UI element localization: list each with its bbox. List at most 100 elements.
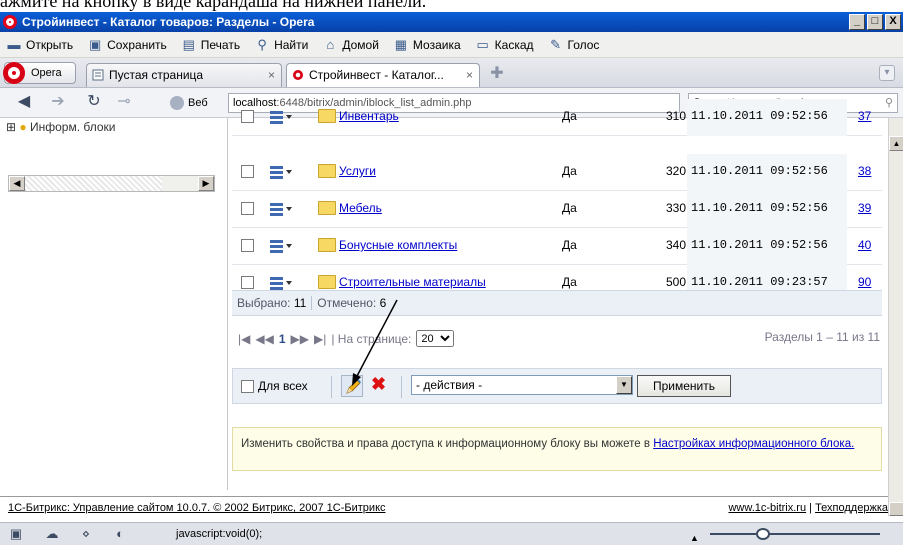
save-icon: ▣ (88, 36, 102, 52)
for-all-checkbox[interactable]: Для всех (241, 379, 308, 393)
status-text: javascript:void(0); (176, 528, 263, 540)
row-checkbox[interactable] (241, 165, 254, 178)
print-icon: ▤ (182, 36, 195, 52)
voice-button[interactable]: ✎ Голос (548, 37, 600, 52)
row-menu-icon[interactable] (270, 165, 292, 179)
section-name-link[interactable]: Услуги (339, 164, 376, 178)
sort-cell: 340 (665, 238, 686, 252)
cloud-icon[interactable]: ☁ (44, 527, 60, 541)
cascade-label: Каскад (494, 37, 534, 52)
scroll-left-icon[interactable]: ◀ (9, 176, 25, 191)
actions-select[interactable]: - действия - ▼ (411, 375, 633, 395)
pager: |◀ ◀◀ 1 ▶▶ ▶| | На странице: 20 Разделы … (238, 330, 882, 350)
minimize-button[interactable]: _ (849, 14, 865, 30)
home-button[interactable]: ⌂ Домой (322, 37, 379, 52)
section-name-link[interactable]: Бонусные комплекты (339, 238, 457, 252)
voice-label: Голос (567, 37, 600, 52)
per-page-label: | На странице: (331, 331, 412, 346)
vertical-scrollbar[interactable]: ▲ (888, 118, 903, 516)
opera-menu-button[interactable]: Opera (3, 62, 76, 84)
id-link[interactable]: 90 (858, 275, 871, 289)
toolbar: ▬ Открыть ▣ Сохранить ▤ Печать ⚲ Найти ⌂ Домо… (0, 32, 903, 58)
turbo-icon[interactable]: ⋄ (78, 527, 94, 541)
support-link[interactable]: Техподдержка (815, 502, 888, 514)
zoom-slider-knob[interactable] (756, 528, 770, 540)
cascade-button[interactable]: ▭ Каскад (475, 36, 534, 52)
table-row[interactable]: Бонусные комплекты Да 340 11.10.2011 09:… (232, 228, 882, 265)
row-menu-icon[interactable] (270, 202, 292, 216)
tab-blank-page[interactable]: Пустая страница × (86, 63, 282, 87)
row-checkbox[interactable] (241, 276, 254, 289)
table-row[interactable]: Услуги Да 320 11.10.2011 09:52:56 38 (232, 154, 882, 191)
tree-item-infoblocks[interactable]: ⊞ ● Информ. блоки (6, 120, 115, 134)
new-tab-icon[interactable]: ✚ (486, 66, 508, 84)
scroll-right-icon[interactable]: ▶ (198, 176, 214, 191)
last-page-icon[interactable]: ▶| (314, 332, 326, 346)
back-icon[interactable]: ◀ (14, 92, 34, 112)
row-checkbox[interactable] (241, 239, 254, 252)
section-name-link[interactable]: Строительные материалы (339, 275, 486, 289)
close-tab-icon[interactable]: × (268, 64, 275, 86)
cascade-icon: ▭ (476, 36, 489, 52)
selected-value: 11 (293, 296, 307, 310)
row-checkbox[interactable] (241, 202, 254, 215)
scroll-up-icon[interactable]: ▲ (889, 136, 903, 151)
tile-label: Мозаика (412, 37, 461, 52)
scroll-down-icon[interactable] (889, 502, 903, 516)
apply-button[interactable]: Применить (637, 375, 731, 397)
id-link[interactable]: 38 (858, 164, 871, 178)
copyright-text: 1С-Битрикс: Управление сайтом 10.0.7. © … (8, 502, 386, 514)
close-tab-icon[interactable]: × (466, 64, 473, 86)
id-link[interactable]: 40 (858, 238, 871, 252)
tab-bar: Opera Пустая страница × Стройинвест - Ка… (0, 58, 903, 88)
key-icon[interactable]: ⊸ (114, 92, 134, 112)
zoom-slider[interactable]: ▲ (686, 527, 896, 543)
checked-label: Отмечено: (317, 296, 377, 310)
find-label: Найти (274, 37, 309, 52)
restore-button[interactable]: □ (867, 14, 883, 30)
sort-cell: 500 (665, 275, 686, 289)
next-page-icon[interactable]: ▶▶ (291, 332, 309, 346)
zoom-up-icon[interactable]: ▲ (690, 527, 699, 549)
first-page-icon[interactable]: |◀ (238, 332, 250, 346)
open-button[interactable]: ▬ Открыть (6, 37, 74, 52)
table-row[interactable]: Инвентарь Да 310 11.10.2011 09:52:56 37 (232, 99, 882, 136)
find-button[interactable]: ⚲ Найти (254, 37, 309, 52)
speed-dial-icon[interactable]: ◐ (112, 527, 128, 541)
bitrix-site-link[interactable]: www.1c-bitrix.ru (728, 502, 806, 514)
row-menu-icon[interactable] (270, 110, 292, 124)
table-row[interactable]: Мебель Да 330 11.10.2011 09:52:56 39 (232, 191, 882, 228)
search-go-icon[interactable]: ⚲ (885, 94, 893, 112)
section-name-link[interactable]: Мебель (339, 201, 382, 215)
row-menu-icon[interactable] (270, 239, 292, 253)
horizontal-scrollbar[interactable]: ◀ ▶ (8, 175, 215, 192)
section-name-link[interactable]: Инвентарь (339, 109, 399, 123)
checkbox[interactable] (241, 379, 254, 393)
prev-page-icon[interactable]: ◀◀ (255, 332, 273, 346)
forward-icon[interactable]: ➔ (48, 92, 68, 112)
chevron-down-icon[interactable]: ▼ (616, 376, 632, 394)
row-checkbox[interactable] (241, 110, 254, 123)
edit-pencil-button[interactable] (341, 375, 363, 397)
per-page-select[interactable]: 20 (416, 330, 455, 347)
tab-menu-icon[interactable]: ▾ (879, 65, 895, 81)
delete-icon[interactable]: ✖ (371, 374, 386, 395)
folder-icon (318, 275, 336, 289)
current-page[interactable]: 1 (279, 332, 286, 346)
id-link[interactable]: 37 (858, 109, 871, 123)
active-cell: Да (562, 109, 577, 123)
settings-link[interactable]: Настройках информационного блока. (653, 438, 854, 450)
panel-toggle-icon[interactable]: ▣ (8, 527, 24, 541)
reload-icon[interactable]: ↻ (84, 92, 104, 112)
tab-catalog[interactable]: Стройинвест - Каталог... × (286, 63, 480, 87)
folder-icon (318, 109, 336, 123)
save-button[interactable]: ▣ Сохранить (87, 36, 167, 52)
web-badge[interactable]: Веб (170, 94, 208, 112)
row-menu-icon[interactable] (270, 276, 292, 290)
print-button[interactable]: ▤ Печать (181, 36, 240, 52)
tile-button[interactable]: ▦ Мозаика (393, 37, 461, 52)
id-link[interactable]: 39 (858, 201, 871, 215)
tab-label: Пустая страница (109, 68, 204, 82)
date-cell: 11.10.2011 09:52:56 (691, 164, 828, 178)
close-window-button[interactable]: X (885, 14, 901, 30)
